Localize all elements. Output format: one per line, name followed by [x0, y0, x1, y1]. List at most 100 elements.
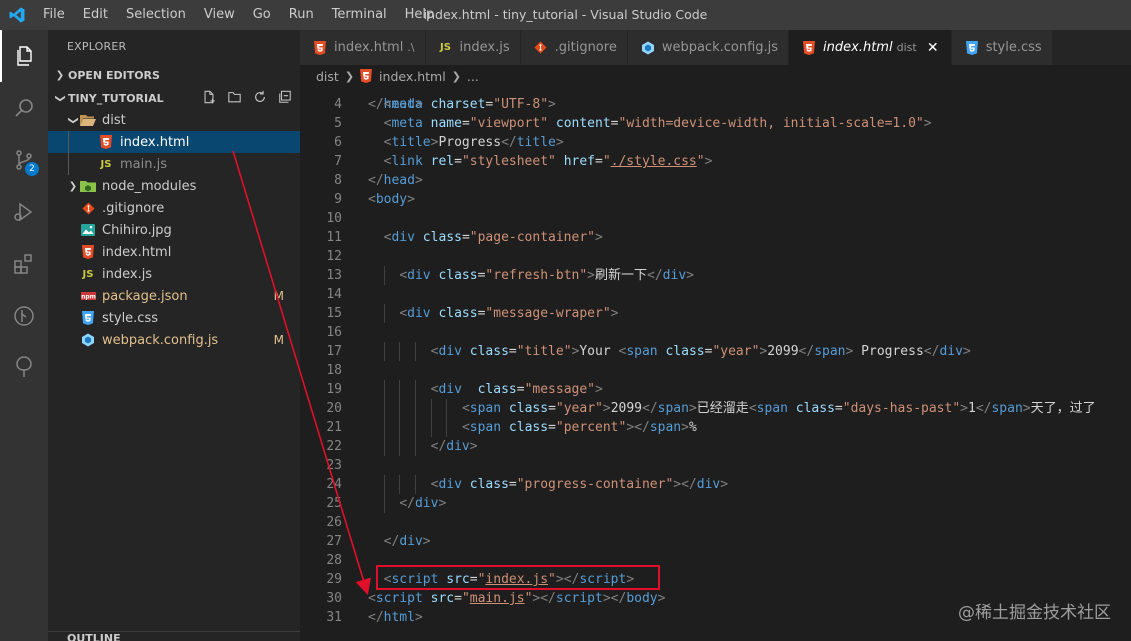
indent-guide — [68, 131, 69, 175]
code-token: > — [923, 116, 932, 131]
open-editors-section[interactable]: ❯ OPEN EDITORS — [48, 64, 300, 86]
breadcrumb-file[interactable]: index.html — [379, 69, 446, 84]
menu-terminal[interactable]: Terminal — [323, 0, 396, 30]
image-file-icon — [80, 222, 96, 238]
tab-index-js[interactable]: JS index.js — [425, 30, 521, 65]
tree-item-index-html[interactable]: index.html — [48, 131, 300, 153]
new-folder-icon[interactable] — [227, 90, 242, 107]
code-text: <body> — [368, 190, 415, 209]
code-token: "progress-container" — [516, 477, 674, 492]
indent-guide — [414, 418, 416, 437]
tab-index-html-dist[interactable]: index.html dist ✕ — [789, 30, 952, 65]
code-token: </ — [399, 496, 415, 511]
search-icon[interactable] — [0, 82, 48, 134]
project-section[interactable]: ❯ TINY_TUTORIAL — [48, 87, 300, 109]
menu-view[interactable]: View — [195, 0, 244, 30]
code-line: 14 — [300, 285, 1131, 304]
line-number: 9 — [334, 192, 342, 207]
code-line: 5 <meta name="viewport" content="width=de… — [300, 114, 1131, 133]
tree-item-node-modules[interactable]: ❯ node_modules — [48, 175, 300, 197]
tab-description: .\ — [407, 41, 415, 54]
code-token: "message-wraper" — [485, 306, 611, 321]
webpack-file-icon — [640, 40, 656, 56]
indent-guide — [383, 342, 385, 361]
code-token: > — [686, 268, 694, 283]
css-file-icon — [80, 310, 96, 326]
tree-item-main-js[interactable]: JS main.js — [48, 153, 300, 175]
collapse-all-icon[interactable] — [278, 90, 292, 107]
new-file-icon[interactable] — [202, 90, 216, 107]
code-text: <div class="message-wraper"> — [399, 304, 618, 323]
indent-guide — [383, 437, 385, 456]
tab-style-css[interactable]: style.css — [951, 30, 1053, 65]
code-token: = — [461, 230, 470, 245]
npm-file-icon: npm — [80, 288, 96, 304]
breadcrumb-folder[interactable]: dist — [316, 69, 339, 84]
menu-run[interactable]: Run — [280, 0, 323, 30]
code-token: > — [407, 192, 415, 207]
run-debug-icon[interactable] — [0, 186, 48, 238]
menu-help[interactable]: Help — [396, 0, 444, 30]
code-token: < — [399, 268, 408, 283]
breadcrumb-more[interactable]: ... — [467, 69, 479, 84]
code-token: </ — [923, 344, 940, 359]
code-line: 4 <meta charset="UTF-8"> — [300, 95, 1131, 114]
line-number: 28 — [326, 553, 342, 568]
tree-item-webpack-config-js[interactable]: webpack.config.js M — [48, 329, 300, 351]
git-graph-icon[interactable] — [0, 290, 48, 342]
js-file-icon: JS — [440, 42, 451, 53]
tab-index-html-[interactable]: index.html .\ — [300, 30, 426, 65]
js-file-icon: JS — [82, 268, 94, 280]
code-token: main.js — [469, 591, 525, 606]
code-token: = — [548, 420, 556, 435]
tree-item-dist[interactable]: ❯ dist — [48, 109, 300, 131]
tab-gitignore[interactable]: .gitignore — [520, 30, 628, 65]
line-number: 29 — [326, 572, 342, 587]
code-token: > — [414, 610, 423, 625]
menu-go[interactable]: Go — [244, 0, 280, 30]
code-line: 13 <div class="refresh-btn">刷新一下</div> — [300, 266, 1131, 285]
explorer-icon[interactable] — [0, 30, 48, 82]
menu-file[interactable]: File — [34, 0, 74, 30]
file-tree: ❯ dist index.html JS main.js ❯ node_modules .gi… — [48, 109, 300, 351]
tree-item-style-css[interactable]: style.css — [48, 307, 300, 329]
tree-item-package-json[interactable]: npm package.json M — [48, 285, 300, 307]
close-icon[interactable]: ✕ — [925, 40, 941, 56]
menu-bar: File Edit Selection View Go Run Terminal Help — [34, 0, 443, 30]
remote-tree-icon[interactable] — [0, 342, 48, 394]
tree-item-label: index.js — [102, 266, 153, 282]
tree-item-index-html[interactable]: index.html — [48, 241, 300, 263]
code-token: < — [368, 192, 376, 207]
code-token: < — [748, 401, 757, 416]
code-editor[interactable]: </head> 4 <meta charset="UTF-8"> 5 <meta na… — [300, 87, 1131, 641]
code-token: 1 — [967, 401, 976, 416]
code-token: </ — [975, 401, 992, 416]
tree-item-gitignore[interactable]: .gitignore — [48, 197, 300, 219]
outline-section[interactable]: OUTLINE — [48, 631, 300, 641]
menu-edit[interactable]: Edit — [74, 0, 117, 30]
line-number: 15 — [326, 306, 342, 321]
code-token: div — [662, 268, 687, 283]
tree-item-index-js[interactable]: JS index.js — [48, 263, 300, 285]
code-text: <meta charset="UTF-8"> — [384, 95, 556, 114]
extensions-icon[interactable] — [0, 238, 48, 290]
source-control-badge: 2 — [25, 162, 39, 176]
code-line: 20 <span class="year">2099</span>已经溜走<spa… — [300, 399, 1131, 418]
code-token: rel — [430, 154, 455, 169]
code-token: </ — [368, 173, 384, 188]
code-token: </ — [430, 439, 447, 454]
code-token: src — [430, 591, 455, 606]
tree-item-chihiro-jpg[interactable]: Chihiro.jpg — [48, 219, 300, 241]
code-token: meta — [391, 116, 423, 131]
code-token: div — [446, 439, 470, 454]
tab-webpack-config-js[interactable]: webpack.config.js — [627, 30, 790, 65]
source-control-icon[interactable]: 2 — [0, 134, 48, 186]
menu-selection[interactable]: Selection — [117, 0, 195, 30]
explorer-title: EXPLORER — [67, 40, 127, 53]
code-line: 17 <div class="title">Your <span class="y… — [300, 342, 1131, 361]
refresh-icon[interactable] — [253, 90, 267, 107]
code-token: div — [438, 477, 462, 492]
